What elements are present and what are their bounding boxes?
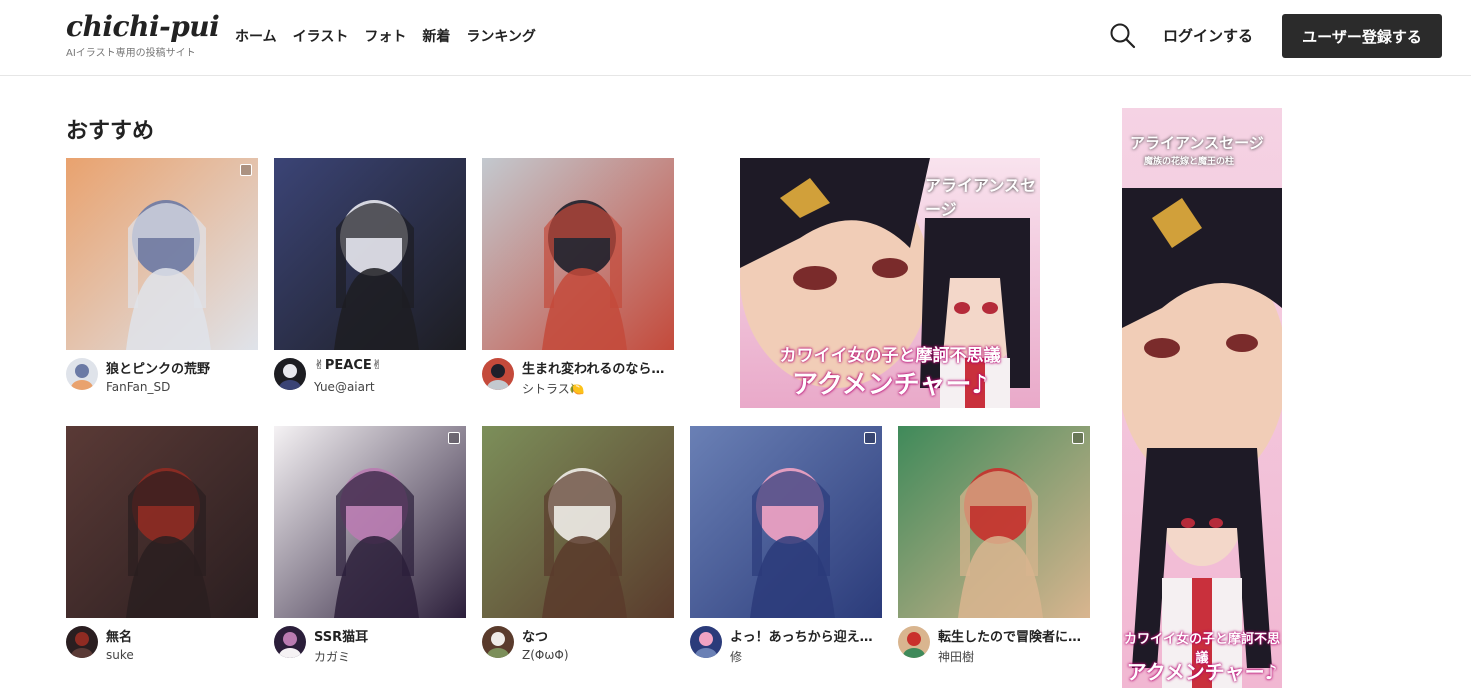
work-title[interactable]: 狼とピンクの荒野 xyxy=(106,358,258,377)
nav-illust[interactable]: イラスト xyxy=(293,26,349,46)
work-thumbnail[interactable] xyxy=(690,426,882,618)
work-username[interactable]: 神田樹 xyxy=(938,648,974,665)
work-meta: 生まれ変われるのなら… シトラス🍋 xyxy=(482,356,674,404)
work-card[interactable]: 転生したので冒険者になりました 神田樹 xyxy=(898,426,1090,672)
work-card[interactable]: なつ Z(ΦωΦ) xyxy=(482,426,674,672)
sidebar-ad-caption-2: アクメンチャー♪ xyxy=(1126,660,1278,684)
sidebar-ad-art xyxy=(1122,108,1282,688)
work-image xyxy=(898,426,1090,618)
work-card[interactable]: ✌PEACE✌ Yue@aiart xyxy=(274,158,466,404)
inline-ad-caption-2: アクメンチャー♪ xyxy=(792,370,988,400)
sidebar-ad-brand: アライアンスセージ xyxy=(1130,134,1264,152)
avatar[interactable] xyxy=(690,626,722,658)
work-title[interactable]: SSR猫耳 xyxy=(314,626,466,645)
work-thumbnail[interactable] xyxy=(66,158,258,350)
avatar[interactable] xyxy=(66,626,98,658)
sidebar-ad-banner[interactable]: アライアンスセージ 魔族の花嫁と魔王の柱 カワイイ女の子と摩訶不思議 アクメンチ… xyxy=(1122,108,1282,688)
work-title[interactable]: ✌PEACE✌ xyxy=(314,358,466,373)
work-thumbnail[interactable] xyxy=(898,426,1090,618)
select-checkbox[interactable] xyxy=(1072,432,1084,444)
sidebar-ad-brand-sub: 魔族の花嫁と魔王の柱 xyxy=(1144,157,1235,167)
work-card[interactable]: よっ！あっちから迎えに来たよ 修 xyxy=(690,426,882,672)
work-username[interactable]: 修 xyxy=(730,648,742,665)
avatar[interactable] xyxy=(66,358,98,390)
work-thumbnail[interactable] xyxy=(274,158,466,350)
main-nav: ホーム イラスト フォト 新着 ランキング xyxy=(235,26,536,46)
work-thumbnail[interactable] xyxy=(66,426,258,618)
nav-new[interactable]: 新着 xyxy=(422,26,450,46)
site-logo[interactable]: chichi-pui AIイラスト専用の投稿サイト xyxy=(66,10,220,59)
work-image xyxy=(274,426,466,618)
login-link[interactable]: ログインする xyxy=(1163,25,1253,46)
work-username[interactable]: Yue@aiart xyxy=(314,380,375,394)
work-meta: 転生したので冒険者になりました 神田樹 xyxy=(898,624,1090,672)
work-username[interactable]: suke xyxy=(106,648,134,662)
work-card[interactable]: 生まれ変われるのなら… シトラス🍋 xyxy=(482,158,674,404)
work-image xyxy=(66,158,258,350)
inline-ad-banner[interactable]: アライアンスセージ カワイイ女の子と摩訶不思議 アクメンチャー♪ xyxy=(740,158,1040,408)
work-title[interactable]: 無名 xyxy=(106,626,258,645)
nav-photo[interactable]: フォト xyxy=(364,26,406,46)
work-card[interactable]: 無名 suke xyxy=(66,426,258,672)
avatar[interactable] xyxy=(898,626,930,658)
work-thumbnail[interactable] xyxy=(482,158,674,350)
work-username[interactable]: FanFan_SD xyxy=(106,380,170,394)
select-checkbox[interactable] xyxy=(240,164,252,176)
logo-text: chichi-pui xyxy=(66,10,220,43)
work-image xyxy=(482,426,674,618)
logo-tagline: AIイラスト専用の投稿サイト xyxy=(66,48,196,59)
work-meta: ✌PEACE✌ Yue@aiart xyxy=(274,356,466,404)
nav-home[interactable]: ホーム xyxy=(235,26,277,46)
site-header: chichi-pui AIイラスト専用の投稿サイト ホーム イラスト フォト 新… xyxy=(0,0,1471,76)
work-thumbnail[interactable] xyxy=(482,426,674,618)
work-meta: なつ Z(ΦωΦ) xyxy=(482,624,674,672)
work-image xyxy=(482,158,674,350)
section-title: おすすめ xyxy=(66,119,155,144)
work-image xyxy=(690,426,882,618)
avatar[interactable] xyxy=(482,626,514,658)
register-button[interactable]: ユーザー登録する xyxy=(1282,14,1442,58)
work-card[interactable]: SSR猫耳 カガミ xyxy=(274,426,466,672)
inline-ad-brand: アライアンスセージ xyxy=(925,176,1037,219)
inline-ad-caption-1: カワイイ女の子と摩訶不思議 xyxy=(779,346,1001,366)
avatar[interactable] xyxy=(274,358,306,390)
work-meta: 狼とピンクの荒野 FanFan_SD xyxy=(66,356,258,404)
avatar[interactable] xyxy=(482,358,514,390)
select-checkbox[interactable] xyxy=(448,432,460,444)
work-title[interactable]: 生まれ変われるのなら… xyxy=(522,358,674,377)
work-image xyxy=(66,426,258,618)
work-image xyxy=(274,158,466,350)
nav-ranking[interactable]: ランキング xyxy=(466,26,536,46)
work-meta: よっ！あっちから迎えに来たよ 修 xyxy=(690,624,882,672)
work-username[interactable]: シトラス🍋 xyxy=(522,380,585,397)
work-title[interactable]: なつ xyxy=(522,626,674,645)
work-thumbnail[interactable] xyxy=(274,426,466,618)
work-meta: 無名 suke xyxy=(66,624,258,672)
work-username[interactable]: Z(ΦωΦ) xyxy=(522,648,569,662)
work-title[interactable]: よっ！あっちから迎えに来たよ xyxy=(730,626,882,645)
select-checkbox[interactable] xyxy=(864,432,876,444)
search-icon[interactable] xyxy=(1109,22,1137,50)
work-card[interactable]: 狼とピンクの荒野 FanFan_SD xyxy=(66,158,258,404)
avatar[interactable] xyxy=(274,626,306,658)
work-username[interactable]: カガミ xyxy=(314,648,350,665)
work-title[interactable]: 転生したので冒険者になりました xyxy=(938,626,1090,645)
work-meta: SSR猫耳 カガミ xyxy=(274,624,466,672)
